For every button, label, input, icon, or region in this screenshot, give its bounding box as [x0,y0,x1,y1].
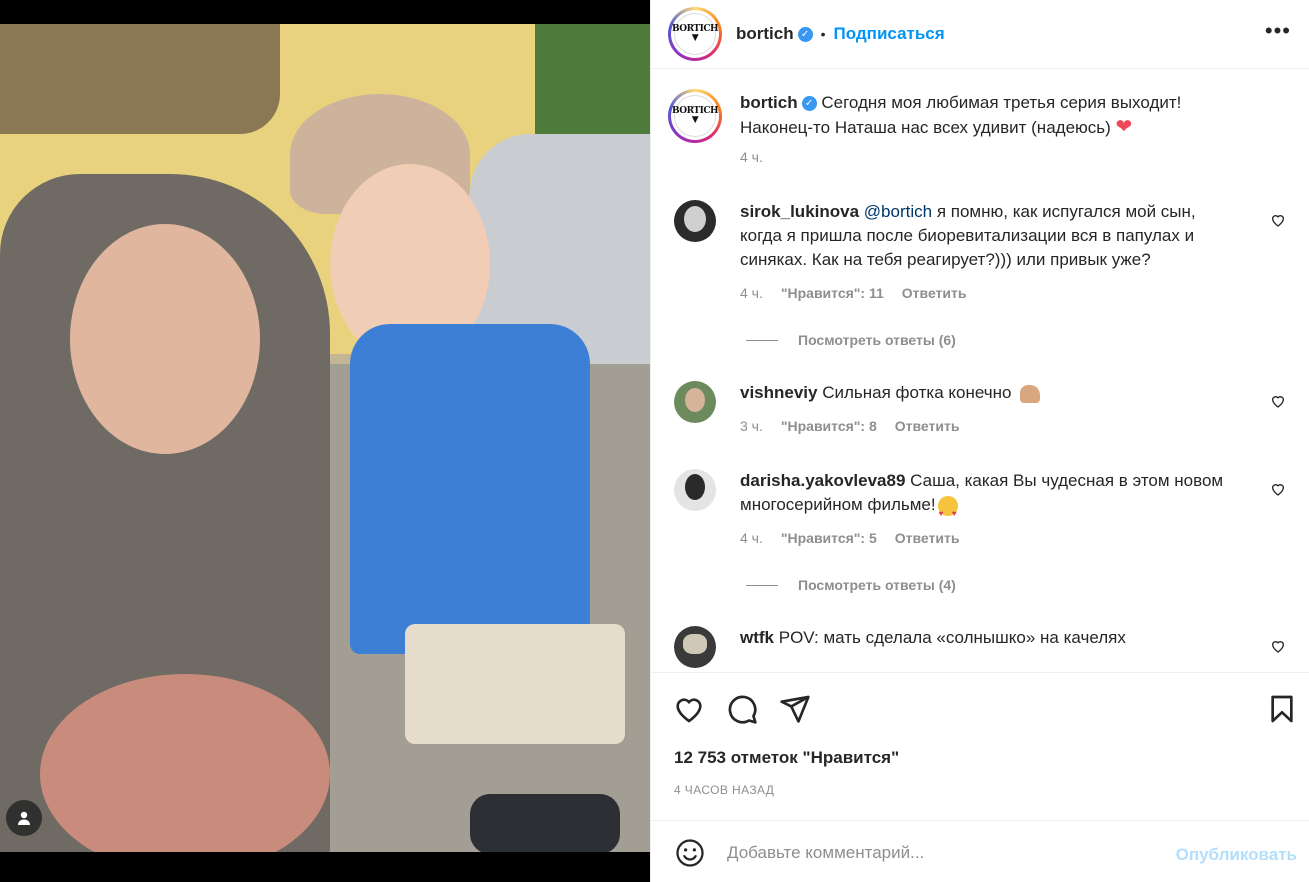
comment-input[interactable] [727,839,1147,867]
like-comment-icon[interactable] [1270,481,1286,497]
comment-mention[interactable]: @bortich [864,202,932,221]
photo-boy-shoes [470,794,620,852]
view-replies-button[interactable]: Посмотреть ответы (4) [746,577,956,593]
comment-avatar[interactable] [674,469,716,511]
user-icon [18,811,30,825]
comment-avatar[interactable] [674,381,716,423]
comment-likes[interactable]: "Нравится": 11 [781,285,884,301]
emoji-icon[interactable] [675,838,705,868]
comment-likes[interactable]: "Нравится": 5 [781,530,877,546]
caption-avatar[interactable]: BORTICH ▼ [668,89,722,143]
post-photo[interactable] [0,24,650,852]
comment-time[interactable]: 3 ч. [740,418,763,434]
comment-username[interactable]: vishneviy [740,383,818,402]
photo-boy-shorts [405,624,625,744]
separator-dot: • [820,26,826,42]
red-heart-icon: ❤ [1115,116,1133,138]
caption-text-line1: Сегодня моя любимая третья серия выходит… [821,93,1182,112]
bortich-logo: BORTICH ▼ [672,95,719,137]
verified-badge-icon: ✓ [801,96,817,112]
comment-username[interactable]: darisha.yakovleva89 [740,471,905,490]
photo-trees [535,24,650,134]
user-tags-button[interactable] [6,800,42,836]
author-username[interactable]: bortich [736,24,794,44]
caption-time[interactable]: 4 ч. [740,149,763,165]
comment-text-line3: синяках. Как на тебя реагирует?))) или п… [740,250,1151,269]
flexed-biceps-icon [1020,384,1041,403]
photo-boy-shirt [350,324,590,654]
comment-text-line2: многосерийном фильме! [740,495,936,514]
post-header: BORTICH ▼ bortich ✓ • Подписаться ••• [651,0,1309,69]
comment-item: vishneviy Сильная фотка конечно 3 ч. "Нр… [668,381,1288,451]
reply-button[interactable]: Ответить [902,285,967,301]
like-comment-icon[interactable] [1270,638,1286,654]
more-options-icon[interactable]: ••• [1265,18,1291,44]
like-icon[interactable] [673,693,705,725]
save-bookmark-icon[interactable] [1266,693,1298,725]
verified-badge-icon: ✓ [797,26,813,42]
comment-text-line2: когда я пришла после биоревитализации вс… [740,226,1195,245]
comment-avatar[interactable] [674,200,716,242]
smiling-face-with-hearts-icon: ♥ ♥ [937,495,958,518]
comment-composer: Опубликовать [651,820,1309,882]
photo-canopy [0,24,280,134]
comment-item: sirok_lukinova @bortich я помню, как исп… [668,200,1288,350]
post-media-pane [0,0,650,882]
reply-button[interactable]: Ответить [895,418,960,434]
caption-text-line2: Наконец-то Наташа нас всех удивит (надею… [740,118,1111,137]
like-comment-icon[interactable] [1270,212,1286,228]
likes-count[interactable]: 12 753 отметок "Нравится" [674,748,899,768]
like-comment-icon[interactable] [1270,393,1286,409]
view-replies-button[interactable]: Посмотреть ответы (6) [746,332,956,348]
share-icon[interactable] [779,693,811,725]
comment-icon[interactable] [726,693,758,725]
comment-item: darisha.yakovleva89 Саша, какая Вы чудес… [668,469,1288,604]
comment-text-line1: Саша, какая Вы чудесная в этом новом [910,471,1224,490]
bortich-logo: BORTICH ▼ [672,13,719,55]
comment-time[interactable]: 4 ч. [740,530,763,546]
comment-likes[interactable]: "Нравится": 8 [781,418,877,434]
comment-avatar[interactable] [674,626,716,668]
comment-item: wtfk POV: мать сделала «солнышко» на кач… [668,626,1288,671]
comments-list[interactable]: BORTICH ▼ bortich ✓ Сегодня моя любимая тр… [651,69,1309,671]
author-avatar[interactable]: BORTICH ▼ [668,7,722,61]
post-actions: 12 753 отметок "Нравится" 4 ЧАСОВ НАЗАД [651,672,1309,820]
comment-username[interactable]: wtfk [740,628,774,647]
photo-woman-face [70,224,260,454]
follow-button[interactable]: Подписаться [834,24,945,44]
comment-time[interactable]: 4 ч. [740,285,763,301]
caption-username[interactable]: bortich [740,93,798,112]
reply-button[interactable]: Ответить [895,530,960,546]
comment-text: POV: мать сделала «солнышко» на качелях [778,628,1126,647]
comment-text: Сильная фотка конечно [822,383,1012,402]
publish-button[interactable]: Опубликовать [1176,845,1297,865]
post-side-panel: BORTICH ▼ bortich ✓ • Подписаться ••• BOR… [650,0,1309,882]
comment-username[interactable]: sirok_lukinova [740,202,859,221]
comment-text-line1: я помню, как испугался мой сын, [936,202,1196,221]
post-timestamp[interactable]: 4 ЧАСОВ НАЗАД [674,783,774,797]
post-caption: BORTICH ▼ bortich ✓ Сегодня моя любимая тр… [668,89,1288,169]
